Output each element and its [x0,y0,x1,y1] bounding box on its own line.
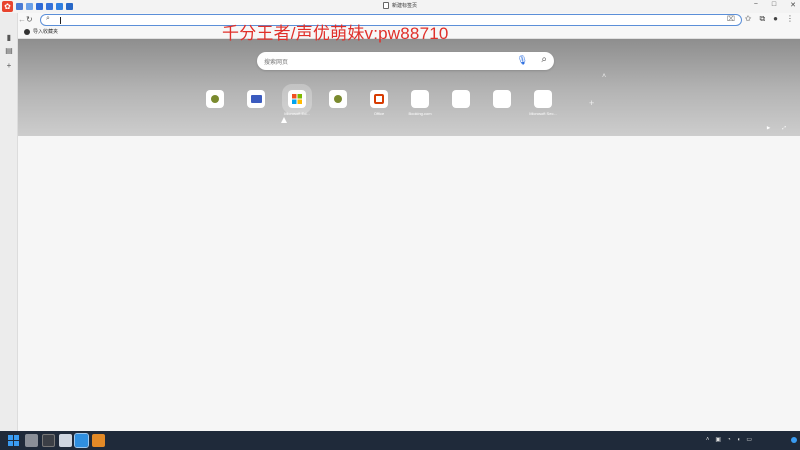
minimize-button[interactable]: − [754,1,758,9]
overlay-watermark-text: 千分王者/声优萌妹v:pw88710 [222,24,449,43]
chevron-up-icon[interactable]: ˄ [706,437,710,443]
battery-icon[interactable]: ▭ [746,436,752,443]
shortcut-label: Microsoft Sec... [529,111,557,116]
app-taskbar-icon[interactable] [92,434,105,447]
bookmark-item[interactable]: 导入收藏夹 [24,28,58,35]
shortcut-grid: Microsoft Ed... Office Booking.com Micro… [200,84,558,116]
voice-search-icon[interactable]: 🎙 [517,55,528,66]
search-taskbar-icon[interactable] [25,434,38,447]
microsoft-logo-icon [282,84,312,114]
wifi-icon[interactable]: ◔ [727,437,731,443]
add-shortcut-button[interactable]: + [589,98,594,108]
read-mode-icon[interactable]: ⌧ [727,15,735,23]
shortcut-tile[interactable]: Microsoft Ed... [282,84,312,116]
microphone-icon[interactable] [36,3,43,10]
shortcut-tile[interactable]: Office [364,90,394,116]
shortcut-tile[interactable] [323,90,353,116]
toolbar-actions: ✩ ⧉ ● ⋮ [745,14,794,24]
office-logo-icon [370,90,388,108]
close-button[interactable]: ✕ [790,1,796,9]
collapse-chevron-icon[interactable]: ˄ [602,73,606,80]
mouse-cursor [281,117,287,123]
download-icon[interactable] [56,3,63,10]
shortcut-tile[interactable] [241,90,271,116]
shortcut-label: Microsoft Ed... [284,111,310,116]
hero-footer-actions: ▶ ⤢ [767,125,786,131]
screen: ✿ 新建标签页 − □ ✕ ▮ ▤ + ← ↻ ⌕ ⌧ ✩ ⧉ ● ⋮ 导入收藏… [0,0,800,450]
extensions-icon[interactable]: ⧉ [759,14,765,24]
page-content [18,136,800,431]
shortcut-icon [329,90,347,108]
play-video-button[interactable]: ▶ [767,125,770,131]
tab-thumbnail-icon[interactable]: ▤ [4,46,14,56]
shortcut-tile[interactable] [200,90,230,116]
shortcut-icon [411,90,429,108]
start-button-icon[interactable] [8,435,19,446]
shield-icon[interactable] [16,3,23,10]
customize-page-button[interactable]: ⤢ [782,125,786,131]
volume-icon[interactable]: ◖ [737,437,741,443]
titlebar-icons: ✿ [2,1,73,12]
shortcut-icon [247,90,265,108]
chat-icon[interactable] [59,434,72,447]
shortcut-label: Booking.com [408,111,432,116]
search-icon[interactable]: ⌕ [541,54,547,65]
bookmark-label: 导入收藏夹 [33,29,59,35]
notification-icon[interactable] [791,437,797,443]
shortcut-tile[interactable] [487,90,517,116]
system-tray: ˄ ▣ ◔ ◖ ▭ [706,436,782,444]
taskbar: ˄ ▣ ◔ ◖ ▭ [0,431,800,450]
back-button[interactable]: ← [18,15,26,24]
shortcut-tile[interactable] [446,90,476,116]
network-icon[interactable]: ▣ [715,436,721,443]
shortcut-label: Office [373,111,385,116]
search-placeholder: 搜索网页 [264,60,289,66]
favorites-star-icon[interactable]: ✩ [745,14,752,24]
reload-button[interactable]: ↻ [26,15,33,24]
vertical-tab-rail: ▮ ▤ + [0,13,18,431]
sidebar-toggle-icon[interactable]: ▮ [4,33,14,43]
window-controls: − □ ✕ [754,1,796,9]
file-explorer-icon[interactable] [42,434,55,447]
shortcut-icon [452,90,470,108]
search-icon: ⌕ [46,15,50,22]
page-icon [383,2,389,9]
newtab-search-box[interactable]: 搜索网页 🎙 ⌕ [257,52,554,70]
shortcut-icon [534,90,552,108]
title-bar: ✿ 新建标签页 − □ ✕ [0,0,800,13]
grid-icon[interactable] [66,3,73,10]
tab-title: 新建标签页 [392,3,418,9]
profile-avatar-icon[interactable]: ● [773,14,778,24]
maximize-button[interactable]: □ [772,1,776,9]
shortcut-tile[interactable]: Microsoft Sec... [528,90,558,116]
edge-taskbar-icon[interactable] [74,433,89,448]
undo-icon[interactable] [26,3,33,10]
text-caret [60,17,61,24]
mail-icon[interactable] [46,3,53,10]
import-icon [24,28,30,35]
menu-icon[interactable]: ⋮ [786,14,794,24]
active-tab[interactable]: 新建标签页 [383,2,417,9]
shortcut-tile[interactable]: Booking.com [405,90,435,116]
new-tab-hero: 搜索网页 🎙 ⌕ ˄ Microsoft Ed... Office Bookin… [18,39,800,136]
browser-logo-icon[interactable]: ✿ [2,1,13,12]
new-tab-plus-icon[interactable]: + [4,61,14,71]
shortcut-icon [206,90,224,108]
shortcut-icon [493,90,511,108]
